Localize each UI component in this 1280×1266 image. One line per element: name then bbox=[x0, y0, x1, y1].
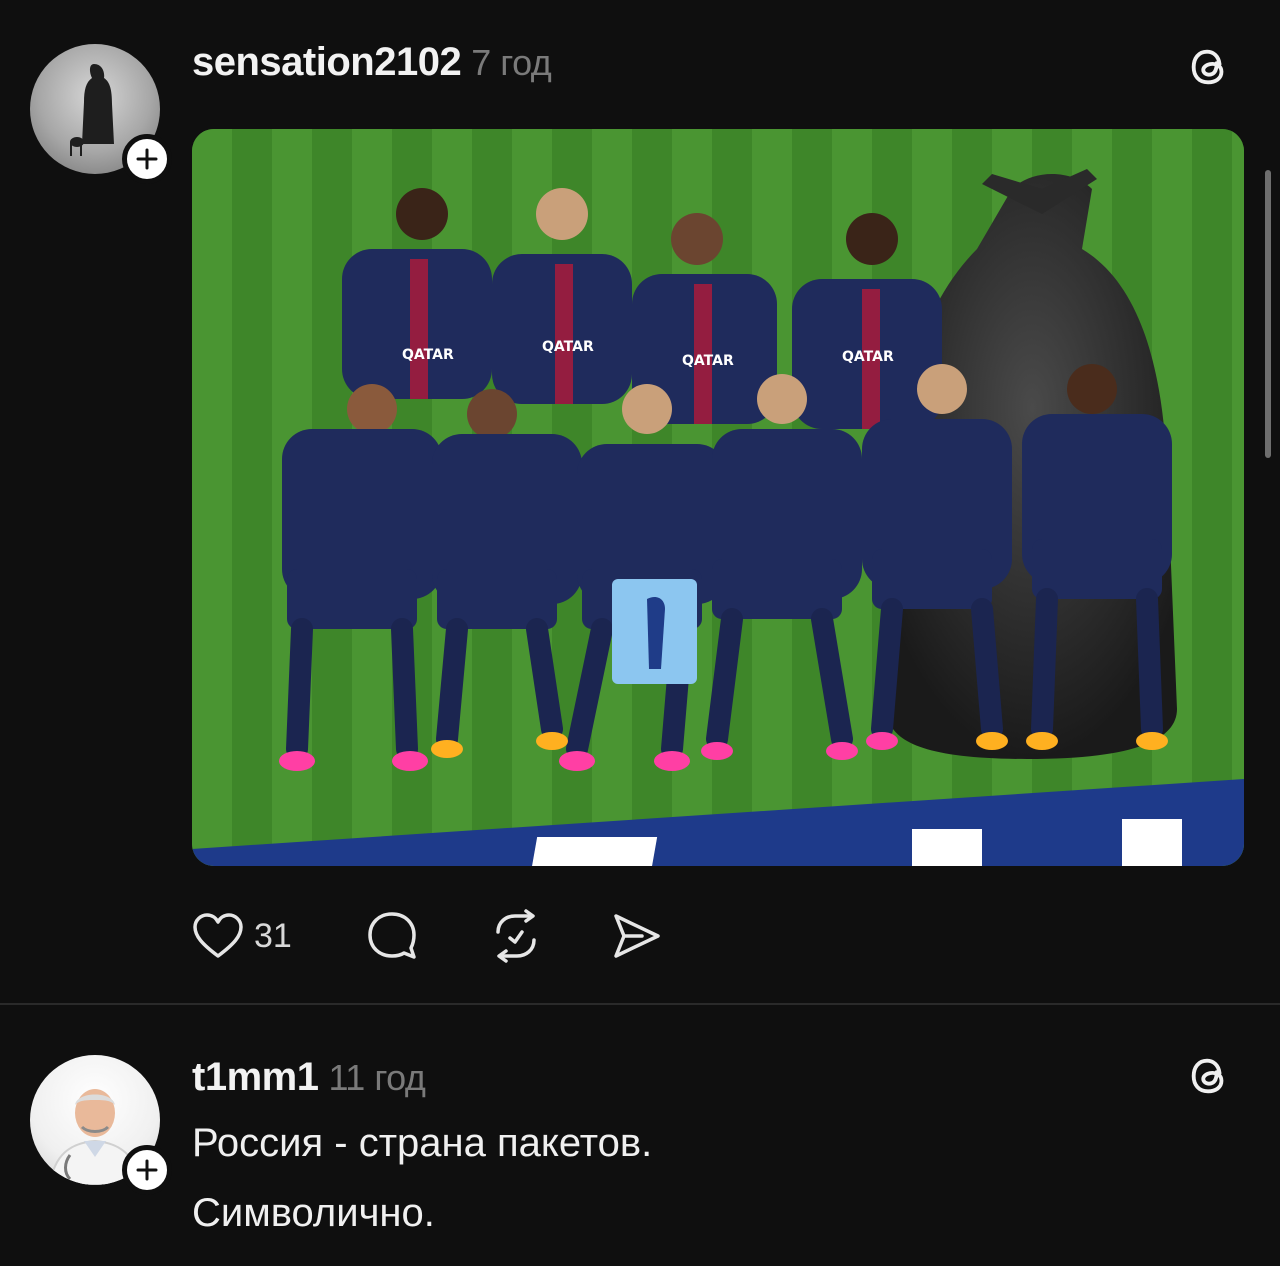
follow-plus-icon[interactable] bbox=[122, 1145, 172, 1195]
comment-button[interactable] bbox=[364, 908, 420, 964]
svg-text:QATAR: QATAR bbox=[402, 347, 454, 363]
post-header: sensation2102 7 год bbox=[192, 40, 552, 85]
share-button[interactable] bbox=[608, 908, 664, 964]
username[interactable]: sensation2102 bbox=[192, 40, 462, 84]
scrollbar-thumb[interactable] bbox=[1265, 170, 1271, 458]
username[interactable]: t1mm1 bbox=[192, 1055, 319, 1099]
post-header: t1mm1 11 год bbox=[192, 1055, 426, 1100]
team-photo-illustration: QATAR QATAR QATAR QATAR bbox=[192, 129, 1244, 866]
threads-logo-icon[interactable] bbox=[1186, 1053, 1232, 1099]
threads-logo-icon[interactable] bbox=[1186, 44, 1232, 90]
post-text-line: Россия - страна пакетов. bbox=[192, 1121, 653, 1165]
post-text-line: Символично. bbox=[192, 1191, 435, 1235]
like-button[interactable]: 31 bbox=[192, 912, 292, 960]
share-icon[interactable] bbox=[608, 908, 664, 964]
follow-plus-icon[interactable] bbox=[122, 134, 172, 184]
post-actions: 31 bbox=[192, 906, 664, 966]
svg-text:QATAR: QATAR bbox=[542, 339, 594, 355]
comment-icon[interactable] bbox=[364, 908, 420, 964]
timestamp: 7 год bbox=[471, 42, 552, 83]
repost-button[interactable] bbox=[488, 908, 544, 964]
post-t1mm1: t1mm1 11 год Россия - страна пакетов. Сим… bbox=[0, 1005, 1280, 1266]
timestamp: 11 год bbox=[328, 1057, 426, 1098]
svg-text:QATAR: QATAR bbox=[842, 349, 894, 365]
svg-text:QATAR: QATAR bbox=[682, 353, 734, 369]
repost-icon[interactable] bbox=[488, 908, 544, 964]
post-sensation2102: sensation2102 7 год QATAR QATAR QATAR QA… bbox=[0, 0, 1280, 1004]
heart-icon[interactable] bbox=[192, 912, 244, 960]
post-image[interactable]: QATAR QATAR QATAR QATAR bbox=[192, 129, 1244, 866]
avatar-wrap[interactable] bbox=[30, 44, 172, 184]
like-count: 31 bbox=[254, 916, 292, 955]
avatar-wrap[interactable] bbox=[30, 1055, 172, 1195]
